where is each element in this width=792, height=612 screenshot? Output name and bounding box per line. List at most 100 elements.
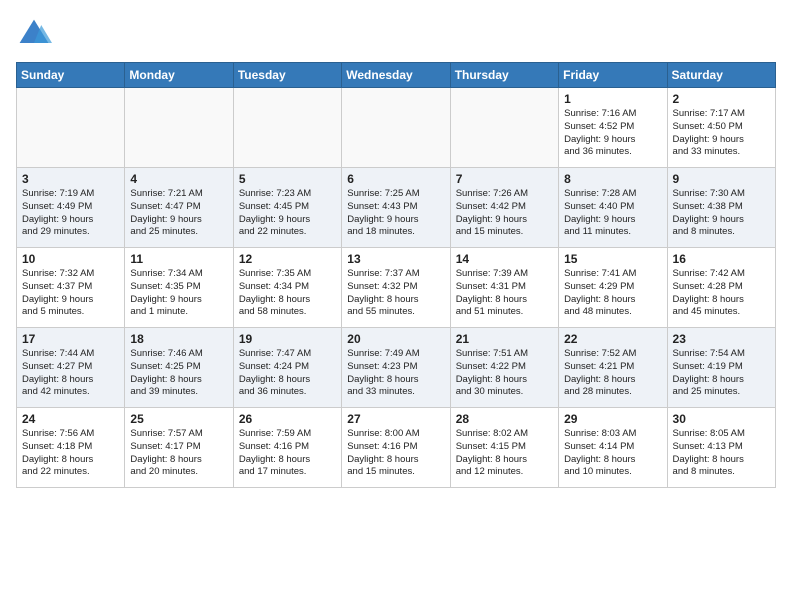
day-info: Sunrise: 8:05 AM Sunset: 4:13 PM Dayligh… <box>673 428 770 479</box>
day-number: 26 <box>239 412 336 426</box>
calendar-day: 30 Sunrise: 8:05 AM Sunset: 4:13 PM Dayli… <box>667 408 775 488</box>
day-info: Sunrise: 7:16 AM Sunset: 4:52 PM Dayligh… <box>564 108 661 159</box>
day-number: 19 <box>239 332 336 346</box>
week-row-4: 17 Sunrise: 7:44 AM Sunset: 4:27 PM Dayli… <box>17 328 776 408</box>
day-number: 12 <box>239 252 336 266</box>
day-info: Sunrise: 8:03 AM Sunset: 4:14 PM Dayligh… <box>564 428 661 479</box>
weekday-header-tuesday: Tuesday <box>233 63 341 88</box>
day-number: 10 <box>22 252 119 266</box>
calendar-day: 18Sunrise: 7:46 AM Sunset: 4:25 PM Dayli… <box>125 328 233 408</box>
day-info: Sunrise: 7:28 AM Sunset: 4:40 PM Dayligh… <box>564 188 661 239</box>
calendar-day: 9 Sunrise: 7:30 AM Sunset: 4:38 PM Daylig… <box>667 168 775 248</box>
day-number: 15 <box>564 252 661 266</box>
week-row-2: 3 Sunrise: 7:19 AM Sunset: 4:49 PM Daylig… <box>17 168 776 248</box>
calendar-day: 1Sunrise: 7:16 AM Sunset: 4:52 PM Daylig… <box>559 88 667 168</box>
weekday-header-friday: Friday <box>559 63 667 88</box>
day-number: 25 <box>130 412 227 426</box>
day-number: 18 <box>130 332 227 346</box>
day-number: 8 <box>564 172 661 186</box>
day-info: Sunrise: 7:30 AM Sunset: 4:38 PM Dayligh… <box>673 188 770 239</box>
day-info: Sunrise: 8:02 AM Sunset: 4:15 PM Dayligh… <box>456 428 553 479</box>
day-number: 16 <box>673 252 770 266</box>
day-info: Sunrise: 7:39 AM Sunset: 4:31 PM Dayligh… <box>456 268 553 319</box>
logo <box>16 16 56 52</box>
calendar-day: 23Sunrise: 7:54 AM Sunset: 4:19 PM Dayli… <box>667 328 775 408</box>
day-number: 24 <box>22 412 119 426</box>
day-info: Sunrise: 7:47 AM Sunset: 4:24 PM Dayligh… <box>239 348 336 399</box>
calendar-day: 19 Sunrise: 7:47 AM Sunset: 4:24 PM Dayli… <box>233 328 341 408</box>
day-number: 9 <box>673 172 770 186</box>
day-info: Sunrise: 7:41 AM Sunset: 4:29 PM Dayligh… <box>564 268 661 319</box>
weekday-header-monday: Monday <box>125 63 233 88</box>
calendar-day: 25 Sunrise: 7:57 AM Sunset: 4:17 PM Dayli… <box>125 408 233 488</box>
calendar-day: 21 Sunrise: 7:51 AM Sunset: 4:22 PM Dayli… <box>450 328 558 408</box>
calendar-day <box>342 88 450 168</box>
day-info: Sunrise: 7:34 AM Sunset: 4:35 PM Dayligh… <box>130 268 227 319</box>
calendar-day: 26 Sunrise: 7:59 AM Sunset: 4:16 PM Dayli… <box>233 408 341 488</box>
calendar-day: 29 Sunrise: 8:03 AM Sunset: 4:14 PM Dayli… <box>559 408 667 488</box>
calendar-day: 17 Sunrise: 7:44 AM Sunset: 4:27 PM Dayli… <box>17 328 125 408</box>
weekday-header-wednesday: Wednesday <box>342 63 450 88</box>
day-info: Sunrise: 7:32 AM Sunset: 4:37 PM Dayligh… <box>22 268 119 319</box>
day-number: 2 <box>673 92 770 106</box>
calendar-day: 11Sunrise: 7:34 AM Sunset: 4:35 PM Dayli… <box>125 248 233 328</box>
day-number: 23 <box>673 332 770 346</box>
day-info: Sunrise: 7:17 AM Sunset: 4:50 PM Dayligh… <box>673 108 770 159</box>
calendar-day: 24 Sunrise: 7:56 AM Sunset: 4:18 PM Dayli… <box>17 408 125 488</box>
calendar-day: 27 Sunrise: 8:00 AM Sunset: 4:16 PM Dayli… <box>342 408 450 488</box>
logo-icon <box>16 16 52 52</box>
calendar-day <box>450 88 558 168</box>
calendar-day: 5 Sunrise: 7:23 AM Sunset: 4:45 PM Daylig… <box>233 168 341 248</box>
day-number: 29 <box>564 412 661 426</box>
calendar-day: 12Sunrise: 7:35 AM Sunset: 4:34 PM Dayli… <box>233 248 341 328</box>
day-info: Sunrise: 7:42 AM Sunset: 4:28 PM Dayligh… <box>673 268 770 319</box>
day-info: Sunrise: 7:51 AM Sunset: 4:22 PM Dayligh… <box>456 348 553 399</box>
calendar-day <box>233 88 341 168</box>
week-row-1: 1Sunrise: 7:16 AM Sunset: 4:52 PM Daylig… <box>17 88 776 168</box>
calendar-day: 3 Sunrise: 7:19 AM Sunset: 4:49 PM Daylig… <box>17 168 125 248</box>
calendar-day: 8 Sunrise: 7:28 AM Sunset: 4:40 PM Daylig… <box>559 168 667 248</box>
day-number: 7 <box>456 172 553 186</box>
day-number: 28 <box>456 412 553 426</box>
weekday-header-row: SundayMondayTuesdayWednesdayThursdayFrid… <box>17 63 776 88</box>
calendar-day: 4 Sunrise: 7:21 AM Sunset: 4:47 PM Daylig… <box>125 168 233 248</box>
day-info: Sunrise: 7:21 AM Sunset: 4:47 PM Dayligh… <box>130 188 227 239</box>
day-info: Sunrise: 7:44 AM Sunset: 4:27 PM Dayligh… <box>22 348 119 399</box>
day-number: 5 <box>239 172 336 186</box>
day-info: Sunrise: 7:49 AM Sunset: 4:23 PM Dayligh… <box>347 348 444 399</box>
day-info: Sunrise: 7:59 AM Sunset: 4:16 PM Dayligh… <box>239 428 336 479</box>
calendar-day <box>125 88 233 168</box>
day-info: Sunrise: 7:56 AM Sunset: 4:18 PM Dayligh… <box>22 428 119 479</box>
day-info: Sunrise: 7:26 AM Sunset: 4:42 PM Dayligh… <box>456 188 553 239</box>
day-number: 3 <box>22 172 119 186</box>
weekday-header-sunday: Sunday <box>17 63 125 88</box>
day-number: 22 <box>564 332 661 346</box>
day-number: 21 <box>456 332 553 346</box>
day-info: Sunrise: 7:19 AM Sunset: 4:49 PM Dayligh… <box>22 188 119 239</box>
calendar-day: 16 Sunrise: 7:42 AM Sunset: 4:28 PM Dayli… <box>667 248 775 328</box>
day-number: 30 <box>673 412 770 426</box>
day-number: 17 <box>22 332 119 346</box>
calendar-day: 28 Sunrise: 8:02 AM Sunset: 4:15 PM Dayli… <box>450 408 558 488</box>
week-row-3: 10 Sunrise: 7:32 AM Sunset: 4:37 PM Dayli… <box>17 248 776 328</box>
calendar-day: 14Sunrise: 7:39 AM Sunset: 4:31 PM Dayli… <box>450 248 558 328</box>
day-info: Sunrise: 7:37 AM Sunset: 4:32 PM Dayligh… <box>347 268 444 319</box>
calendar-day: 2 Sunrise: 7:17 AM Sunset: 4:50 PM Daylig… <box>667 88 775 168</box>
day-info: Sunrise: 7:25 AM Sunset: 4:43 PM Dayligh… <box>347 188 444 239</box>
weekday-header-thursday: Thursday <box>450 63 558 88</box>
calendar-day: 7 Sunrise: 7:26 AM Sunset: 4:42 PM Daylig… <box>450 168 558 248</box>
calendar-table: SundayMondayTuesdayWednesdayThursdayFrid… <box>16 62 776 488</box>
day-info: Sunrise: 8:00 AM Sunset: 4:16 PM Dayligh… <box>347 428 444 479</box>
day-number: 6 <box>347 172 444 186</box>
page-header <box>16 16 776 52</box>
weekday-header-saturday: Saturday <box>667 63 775 88</box>
day-number: 20 <box>347 332 444 346</box>
day-number: 27 <box>347 412 444 426</box>
calendar-day: 13Sunrise: 7:37 AM Sunset: 4:32 PM Dayli… <box>342 248 450 328</box>
day-info: Sunrise: 7:23 AM Sunset: 4:45 PM Dayligh… <box>239 188 336 239</box>
calendar-day: 20 Sunrise: 7:49 AM Sunset: 4:23 PM Dayli… <box>342 328 450 408</box>
day-info: Sunrise: 7:57 AM Sunset: 4:17 PM Dayligh… <box>130 428 227 479</box>
day-info: Sunrise: 7:52 AM Sunset: 4:21 PM Dayligh… <box>564 348 661 399</box>
day-number: 4 <box>130 172 227 186</box>
calendar-day: 15 Sunrise: 7:41 AM Sunset: 4:29 PM Dayli… <box>559 248 667 328</box>
